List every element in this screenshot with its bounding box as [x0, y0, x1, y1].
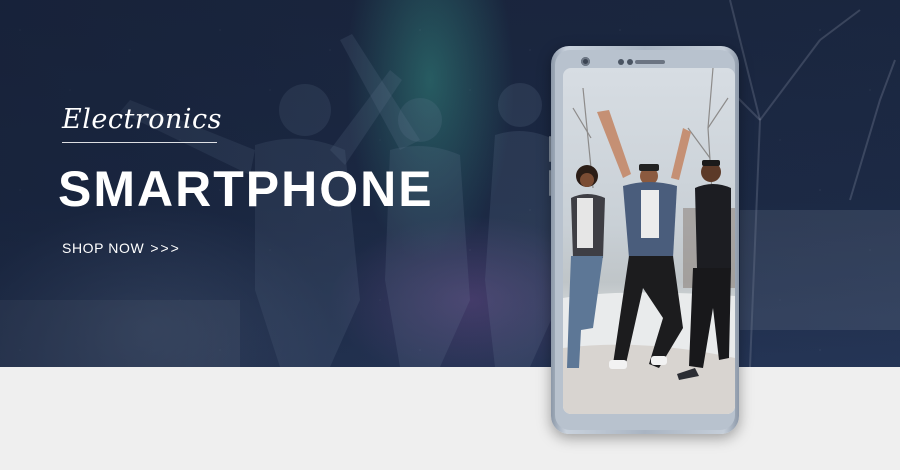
phone-bezel	[555, 50, 735, 430]
category-label: Electronics	[62, 104, 222, 135]
camera-icon	[581, 57, 590, 66]
category-underline	[62, 142, 217, 143]
phone-screen	[563, 68, 735, 414]
hero-background: Electronics SMARTPHONE SHOP NOW >>>	[0, 0, 900, 367]
earpiece-speaker	[635, 60, 665, 64]
shop-now-arrows: >>>	[150, 240, 181, 256]
smartphone-mockup	[549, 46, 739, 434]
hero-banner: Electronics SMARTPHONE SHOP NOW >>>	[0, 0, 900, 470]
sensor-dot	[627, 59, 633, 65]
shop-now-link[interactable]: SHOP NOW >>>	[62, 240, 181, 256]
screen-photo	[563, 68, 735, 414]
sensor-dot	[618, 59, 624, 65]
shop-now-label: SHOP NOW	[62, 240, 145, 256]
product-title: SMARTPHONE	[58, 161, 434, 217]
